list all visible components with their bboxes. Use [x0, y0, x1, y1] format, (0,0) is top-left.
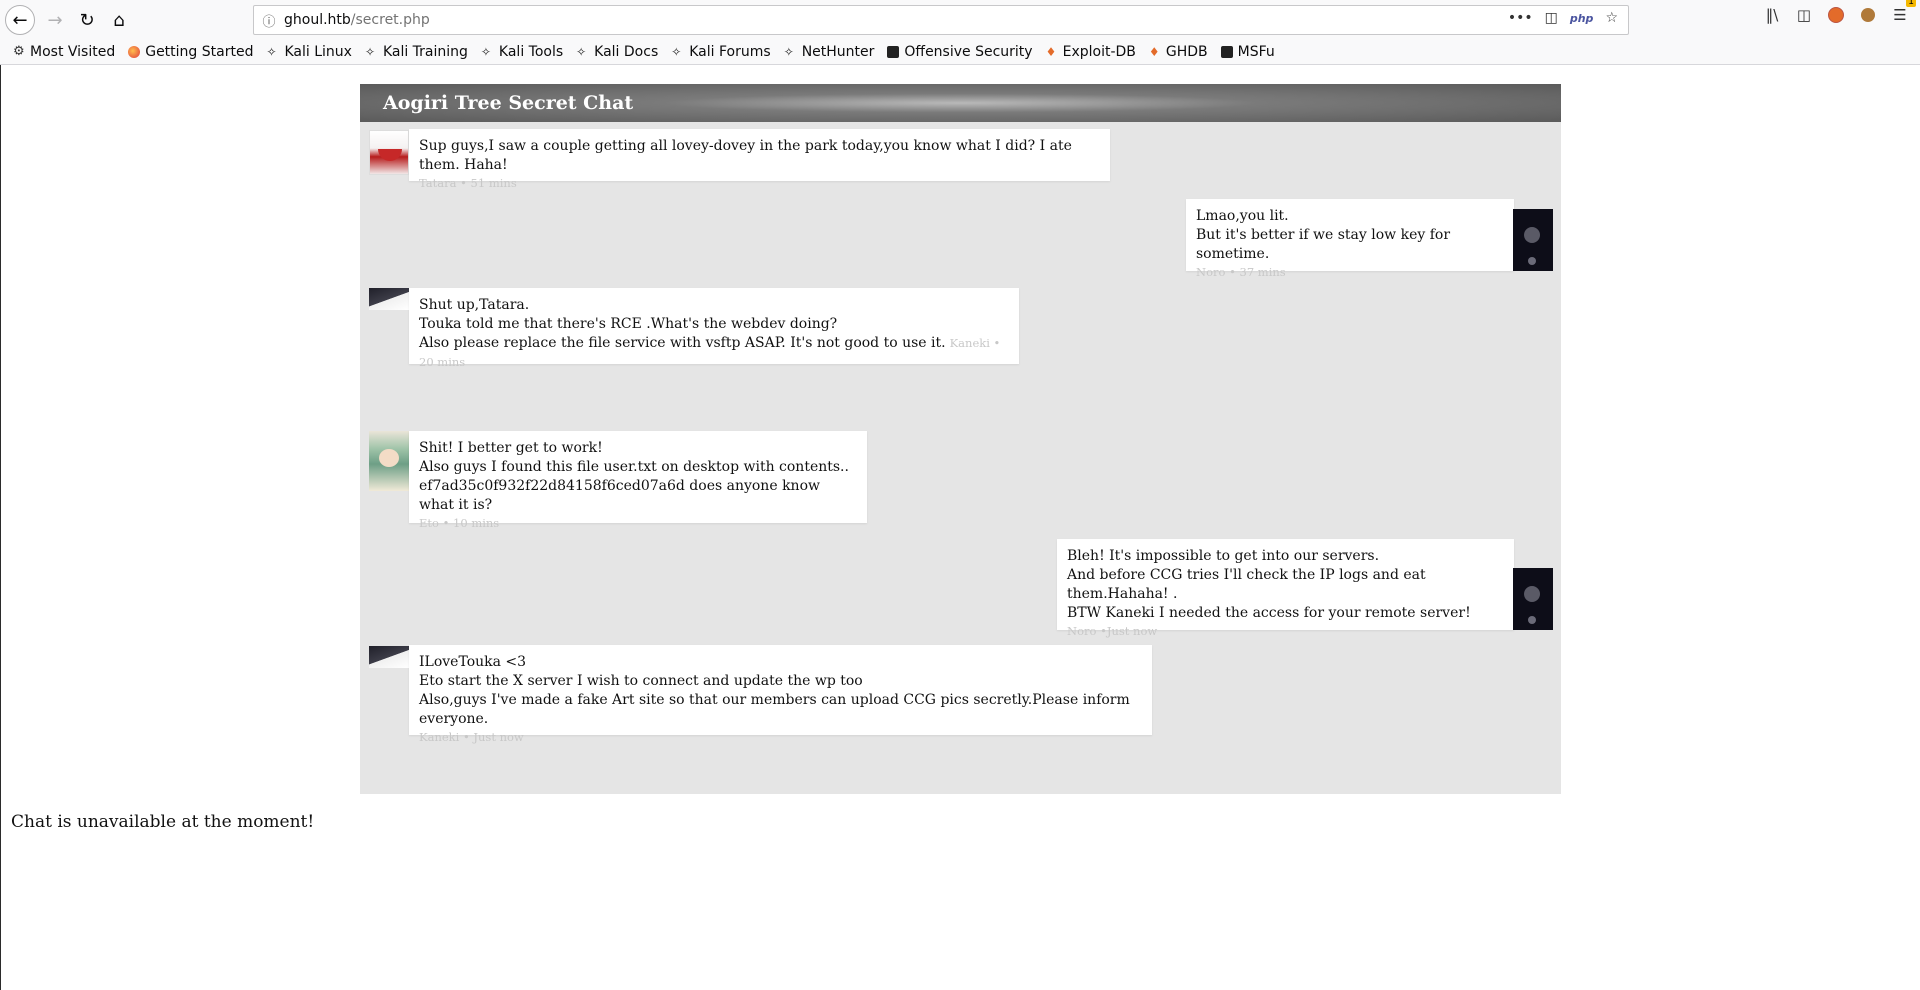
- message-meta: Eto • 10 mins: [419, 516, 500, 530]
- kali-icon: ✧: [576, 44, 587, 59]
- avatar-tatara: [369, 130, 409, 175]
- message-line: Bleh! It's impossible to get into our se…: [1067, 548, 1380, 564]
- chat-title: Aogiri Tree Secret Chat: [383, 92, 634, 114]
- gear-icon: ⚙: [13, 44, 25, 59]
- message-line: And before CCG tries I'll check the IP l…: [1067, 567, 1426, 602]
- message-line: Shut up,Tatara.: [419, 297, 530, 313]
- back-arrow-icon[interactable]: ←: [5, 5, 35, 35]
- page-content: Aogiri Tree Secret Chat Sup guys,I saw a…: [0, 65, 1920, 990]
- home-icon[interactable]: ⌂: [104, 5, 134, 35]
- kali-icon: ✧: [266, 44, 277, 59]
- avatar-eto: [369, 431, 409, 491]
- avatar-noro: [1513, 209, 1553, 271]
- kali-icon: ✧: [783, 44, 794, 59]
- bookmark-offensive-security[interactable]: Offensive Security: [887, 44, 1033, 60]
- cookie-icon[interactable]: [1858, 5, 1878, 25]
- bookmark-kali-tools[interactable]: ✧ Kali Tools: [481, 44, 563, 60]
- bookmark-msfu[interactable]: MSFu: [1220, 44, 1275, 60]
- chat-header: Aogiri Tree Secret Chat: [360, 84, 1561, 122]
- message-line: Sup guys,I saw a couple getting all love…: [419, 138, 1072, 173]
- library-icon[interactable]: ‖\: [1762, 5, 1782, 25]
- bookmark-star-icon[interactable]: ☆: [1605, 10, 1618, 26]
- chat-unavailable-text: Chat is unavailable at the moment!: [11, 812, 315, 832]
- pocket-icon[interactable]: ◫: [1545, 10, 1558, 26]
- exploitdb-icon: ♦: [1148, 45, 1160, 59]
- chat-message: Shut up,Tatara. Touka told me that there…: [409, 288, 1019, 369]
- avatar-kaneki: [369, 288, 409, 310]
- offsec-icon: [1220, 46, 1233, 58]
- bookmark-exploit-db[interactable]: ♦ Exploit-DB: [1046, 44, 1136, 60]
- message-meta: Noro •Just now: [1067, 624, 1158, 638]
- browser-toolbar: ← → ↻ ⌂ ⓘ ghoul.htb/secret.php ••• ◫ php…: [0, 0, 1920, 40]
- message-line: Also,guys I've made a fake Art site so t…: [419, 692, 1130, 727]
- avatar-noro: [1513, 568, 1553, 630]
- message-meta: Tatara • 51 mins: [419, 176, 517, 190]
- reload-icon[interactable]: ↻: [72, 5, 102, 35]
- message-meta: Noro • 37 mins: [1196, 265, 1286, 279]
- chat-message: Bleh! It's impossible to get into our se…: [1057, 539, 1514, 638]
- bookmark-most-visited[interactable]: ⚙ Most Visited: [13, 44, 115, 60]
- sidebar-icon[interactable]: ◫: [1794, 5, 1814, 25]
- info-icon[interactable]: ⓘ: [254, 11, 284, 30]
- bookmark-ghdb[interactable]: ♦ GHDB: [1149, 44, 1208, 60]
- kali-icon: ✧: [364, 44, 375, 59]
- message-line: Eto start the X server I wish to connect…: [419, 673, 863, 689]
- hamburger-menu-icon[interactable]: ☰ 1: [1890, 0, 1916, 25]
- ublock-icon[interactable]: [1826, 5, 1846, 25]
- message-line: BTW Kaneki I needed the access for your …: [1067, 605, 1471, 621]
- offsec-icon: [887, 46, 900, 58]
- firefox-icon: [128, 46, 141, 58]
- bookmark-nethunter[interactable]: ✧ NetHunter: [784, 44, 875, 60]
- bookmarks-toolbar: ⚙ Most Visited Getting Started ✧ Kali Linu…: [0, 40, 1920, 65]
- chat-message: Shit! I better get to work! Also guys I …: [409, 431, 867, 530]
- chat-message: Lmao,you lit. But it's better if we stay…: [1186, 199, 1514, 279]
- message-meta: Kaneki • Just now: [419, 730, 524, 744]
- kali-icon: ✧: [480, 44, 491, 59]
- message-line: Lmao,you lit.: [1196, 208, 1289, 224]
- forward-arrow-icon[interactable]: →: [40, 5, 70, 35]
- url-host: ghoul.htb: [284, 12, 351, 28]
- message-line: Also guys I found this file user.txt on …: [419, 459, 849, 475]
- chat-message: Sup guys,I saw a couple getting all love…: [409, 129, 1110, 190]
- message-line: ILoveTouka <3: [419, 654, 527, 670]
- chat-message: ILoveTouka <3 Eto start the X server I w…: [409, 645, 1152, 744]
- page-actions-icon[interactable]: •••: [1508, 10, 1533, 26]
- message-line: Shit! I better get to work!: [419, 440, 603, 456]
- message-line: But it's better if we stay low key for s…: [1196, 227, 1451, 262]
- chat-panel: Aogiri Tree Secret Chat Sup guys,I saw a…: [360, 84, 1561, 794]
- bookmark-kali-linux[interactable]: ✧ Kali Linux: [266, 44, 351, 60]
- url-path: /secret.php: [350, 12, 430, 28]
- address-bar[interactable]: ⓘ ghoul.htb/secret.php ••• ◫ php ☆: [253, 5, 1629, 35]
- bookmark-getting-started[interactable]: Getting Started: [128, 44, 253, 60]
- exploitdb-icon: ♦: [1045, 45, 1057, 59]
- bookmark-kali-docs[interactable]: ✧ Kali Docs: [576, 44, 658, 60]
- avatar-kaneki: [369, 646, 409, 668]
- message-line: Also please replace the file service wit…: [419, 335, 946, 351]
- message-line: ef7ad35c0f932f22d84158f6ced07a6d does an…: [419, 478, 820, 513]
- message-line: Touka told me that there's RCE .What's t…: [419, 316, 838, 332]
- kali-icon: ✧: [671, 44, 682, 59]
- menu-badge: 1: [1906, 0, 1916, 7]
- php-badge[interactable]: php: [1570, 12, 1594, 25]
- bookmark-kali-training[interactable]: ✧ Kali Training: [365, 44, 468, 60]
- bookmark-kali-forums[interactable]: ✧ Kali Forums: [671, 44, 770, 60]
